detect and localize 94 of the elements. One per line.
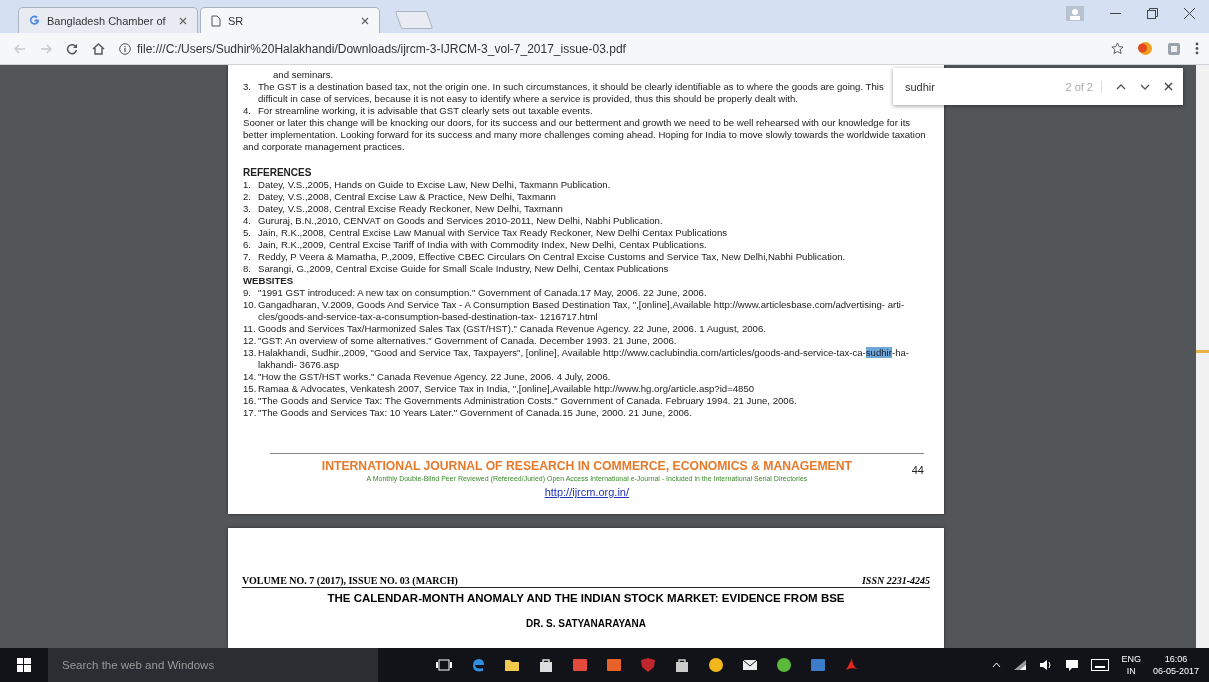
pdf-icon[interactable] xyxy=(844,657,860,673)
item-number: 16. xyxy=(243,395,258,407)
reference-text: Jain, R.K.,2009, Central Excise Tariff of India with with Commodity Index, New Delhi, Centax Publications. xyxy=(258,239,707,251)
browser-tab[interactable]: Bangladesh Chamber of xyxy=(18,7,198,33)
edge-icon[interactable] xyxy=(470,657,486,673)
tab-title: SR xyxy=(228,14,245,27)
clock-date[interactable]: 06-05-2017 xyxy=(1152,665,1199,677)
item-number: 5. xyxy=(243,227,252,239)
home-icon[interactable] xyxy=(92,42,105,55)
journal-link[interactable]: http://ijrcm.org.in/ xyxy=(544,484,630,500)
reference-text: Ramaa & Advocates, Venkatesh 2007, Service Tax in India, ",[online],Available http://www.hg.org/article.asp?id=4850 xyxy=(258,383,755,395)
item-number: 7. xyxy=(243,251,252,263)
shield-icon[interactable] xyxy=(640,657,656,673)
app-icon[interactable] xyxy=(776,657,792,673)
item-number: 14. xyxy=(243,371,258,383)
reference-text: Datey, V.S.,2008, Central Excise Law & Practice, New Delhi, Taxmann xyxy=(258,191,556,203)
keyboard-icon[interactable] xyxy=(1091,659,1110,671)
restore-icon[interactable] xyxy=(1147,8,1158,19)
reference-text: Jain, R.K.,2008, Central Excise Law Manual with Service Tax Ready Reckoner, New Delhi Centax Publications xyxy=(258,227,728,239)
journal-title: INTERNATIONAL JOURNAL OF RESEARCH IN COMMERCE, ECONOMICS & MANAGEMENT xyxy=(321,458,852,474)
item-number: 4. xyxy=(243,105,252,117)
scrollbar[interactable] xyxy=(1196,65,1209,648)
caret-icon[interactable] xyxy=(992,662,1002,668)
volume-icon[interactable] xyxy=(1039,659,1054,671)
reference-text: "1991 GST introduced: A new tax on consumption." Government of Canada.17 May, 2006. 22 June, 2006. xyxy=(258,287,707,299)
reference-text: "How the GST/HST works." Canada Revenue Agency. 22 June, 2006. 4 July, 2006. xyxy=(258,371,611,383)
star-icon[interactable] xyxy=(1111,42,1124,55)
section-heading: WEBSITES xyxy=(243,275,295,287)
reference-text: For streamline working, it is advisable that GST clearly sets out taxable events. xyxy=(258,105,593,117)
reference-text: The GST is a destination based tax, not the origin one. In such circumstances, it should be clearly identifiable as to where the goods are going. This xyxy=(258,81,884,93)
item-number: 4. xyxy=(243,215,252,227)
scroll-marker-icon xyxy=(1196,350,1209,354)
region-text[interactable]: IN xyxy=(1126,665,1136,677)
reference-text: Datey, V.S.,2005, Hands on Guide to Excise Law, New Delhi, Taxmann Publication. xyxy=(258,179,611,191)
item-number: 2. xyxy=(243,191,252,203)
language-text[interactable]: ENG xyxy=(1121,653,1141,665)
item-number: 1. xyxy=(243,179,252,191)
reference-text: "GST: An overview of some alternatives." Government of Canada. December 1993. 21 June, 2006. xyxy=(258,335,677,347)
item-number: 12. xyxy=(243,335,258,347)
tab-title: Bangladesh Chamber of xyxy=(47,14,167,27)
item-number: 13. xyxy=(243,347,258,359)
reference-text: difficult in case of services, because it is not easy to identify where a service is provided, thus this should be properly dealt with. xyxy=(258,93,798,105)
taskbar-search-field[interactable]: Search the web and Windows xyxy=(48,648,378,682)
minimize-icon[interactable] xyxy=(1110,12,1121,15)
menu-icon[interactable] xyxy=(1195,42,1199,55)
info-icon[interactable] xyxy=(119,42,131,55)
article-title: THE CALENDAR-MONTH ANOMALY AND THE INDIAN STOCK MARKET: EVIDENCE FROM BSE xyxy=(326,592,846,604)
body-paragraph: Sooner or later this change will be knocking our doors, for its success and our betterment and growth we need to be well rehearsed with our knowledge for its better implementation. Looking forward for its success and many more challenges coming ahead. Hoping for India to move slowly towards the worldwide taxation and corporate management practices. xyxy=(243,117,927,153)
reference-text: "The Goods and Services Tax: 10 Years Later." Government of Canada.15 June, 2000. 21 June, 2006. xyxy=(258,407,692,419)
wifi-icon[interactable] xyxy=(1013,659,1028,671)
down-icon[interactable] xyxy=(1140,83,1150,90)
item-number: 8. xyxy=(243,263,252,275)
reference-text: "The Goods and Service Tax: The Governments Administration Costs." Government of Canada. February 1994. 21 June, 2006. xyxy=(258,395,797,407)
mail-icon[interactable] xyxy=(742,657,758,673)
reference-text: Goods and Services Tax/Harmonized Sales Tax (GST/HST)." Canada Revenue Agency. 22 June, 2006. 1 August, 2006. xyxy=(258,323,766,335)
up-icon[interactable] xyxy=(1116,83,1126,90)
volume-header: VOLUME NO. 7 (2017), ISSUE NO. 03 (MARCH) xyxy=(242,574,458,587)
close-icon[interactable] xyxy=(361,16,369,25)
google-icon xyxy=(29,15,40,26)
reference-text: lakhandi- 3676.asp xyxy=(258,359,340,371)
item-number: 11. xyxy=(243,323,257,335)
body-text: and seminars. xyxy=(272,69,335,81)
page-number: 44 xyxy=(911,464,924,476)
item-number: 17. xyxy=(243,407,258,419)
match-count: 2 of 2 xyxy=(1065,80,1102,93)
browser-tab[interactable]: SR xyxy=(200,7,380,33)
item-number: 10. xyxy=(243,299,258,311)
section-heading: REFERENCES xyxy=(243,167,313,179)
item-number: 15. xyxy=(243,383,258,395)
reference-text: Datey, V.S.,2008, Central Excise Ready Reckoner, New Delhi, Taxmann xyxy=(258,203,563,215)
extension-icon[interactable] xyxy=(1138,41,1153,56)
reference-text: Gangadharan, V.2009, Goods And Service Tax - A Consumption Based Destination Tax, ",[online],Available http://www.articlesbase.com/advertising- arti- xyxy=(258,299,905,311)
item-number: 6. xyxy=(243,239,252,251)
reload-icon[interactable] xyxy=(66,42,78,55)
app-icon[interactable] xyxy=(606,657,622,673)
close-icon[interactable] xyxy=(1184,8,1195,19)
bag-icon[interactable] xyxy=(538,657,554,673)
url-text[interactable]: file:///C:/Users/Sudhir%20Halakhandi/Downloads/ijrcm-3-IJRCM-3_vol-7_2017_issue-03.pdf xyxy=(137,41,626,56)
item-number: 3. xyxy=(243,81,252,93)
reference-text: Sarangi, G.,2009, Central Excise Guide for Small Scale Industry, New Delhi, Centax Publications xyxy=(258,263,669,275)
author-name: DR. S. SATYANARAYANA xyxy=(525,618,647,629)
close-icon[interactable] xyxy=(1164,82,1173,91)
reference-text: Gururaj, B.N.,2010, CENVAT on Goods and Services 2010-2011, New Delhi, Nabhi Publication. xyxy=(258,215,663,227)
task-view-icon[interactable] xyxy=(436,659,452,671)
reference-text: cles/goods-and-service-tax-a-consumption-based-destination-tax- 1216717.html xyxy=(258,311,598,323)
message-icon[interactable] xyxy=(1065,658,1080,672)
issn-text: ISSN 2231-4245 xyxy=(861,574,930,587)
app-icon[interactable] xyxy=(674,657,690,673)
folder-icon[interactable] xyxy=(504,657,520,673)
close-icon[interactable] xyxy=(179,16,187,25)
reference-text: Reddy, P Veera & Mamatha, P.,2009, Effective CBEC Circulars On Central Excise Customs and Service Tax, New Delhi,Nabhi Publication. xyxy=(258,251,846,263)
clock-time[interactable]: 16:06 xyxy=(1164,653,1188,665)
item-number: 9. xyxy=(243,287,252,299)
item-number: 3. xyxy=(243,203,252,215)
